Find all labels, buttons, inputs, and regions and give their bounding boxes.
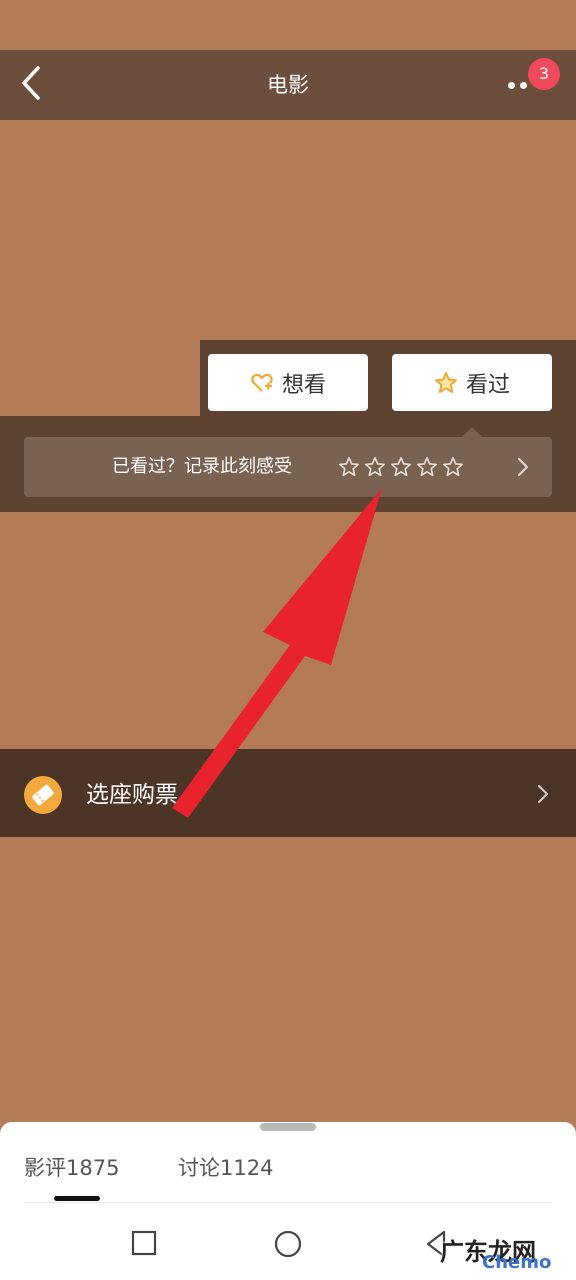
want-to-watch-label: 想看	[281, 372, 326, 398]
star-icon-3[interactable]	[390, 456, 412, 478]
rating-prompt-bar[interactable]: 已看过？记录此刻感受	[24, 437, 552, 497]
active-tab-indicator	[54, 1196, 100, 1201]
star-icon-2[interactable]	[364, 456, 386, 478]
heart-plus-icon	[251, 373, 273, 392]
chevron-right-icon	[517, 457, 529, 477]
sheet-drag-handle[interactable]	[260, 1123, 316, 1131]
star-icon-5[interactable]	[442, 456, 464, 478]
tab-reviews[interactable]: 影评1875	[24, 1150, 119, 1186]
chevron-right-icon-ticket	[538, 785, 548, 803]
star-rating[interactable]	[338, 456, 464, 478]
star-outline-icon	[434, 371, 457, 393]
watched-label: 看过	[465, 372, 510, 398]
more-dots-icon	[508, 82, 515, 89]
ticket-icon	[24, 776, 62, 814]
popover-pointer	[462, 427, 482, 437]
recent-apps-icon[interactable]	[131, 1230, 157, 1256]
more-dots-icon-2	[520, 82, 527, 89]
want-to-watch-button[interactable]: 想看	[208, 354, 368, 411]
star-icon-4[interactable]	[416, 456, 438, 478]
rating-prompt-text: 已看过？记录此刻感受	[112, 456, 292, 477]
status-bar-area	[0, 0, 576, 50]
notification-badge: 3	[528, 58, 560, 90]
red-arrow-annotation	[172, 488, 382, 818]
sheet-divider	[24, 1202, 552, 1203]
buy-ticket-label[interactable]: 选座购票	[86, 776, 178, 814]
star-icon-1[interactable]	[338, 456, 360, 478]
page-title: 电影	[267, 73, 309, 97]
home-icon[interactable]	[274, 1230, 302, 1258]
watermark-sub-text: Chemo	[482, 1252, 552, 1273]
watched-button[interactable]: 看过	[392, 354, 552, 411]
nav-bar: 电影 3	[0, 50, 576, 120]
tab-discussion[interactable]: 讨论1124	[178, 1150, 273, 1186]
